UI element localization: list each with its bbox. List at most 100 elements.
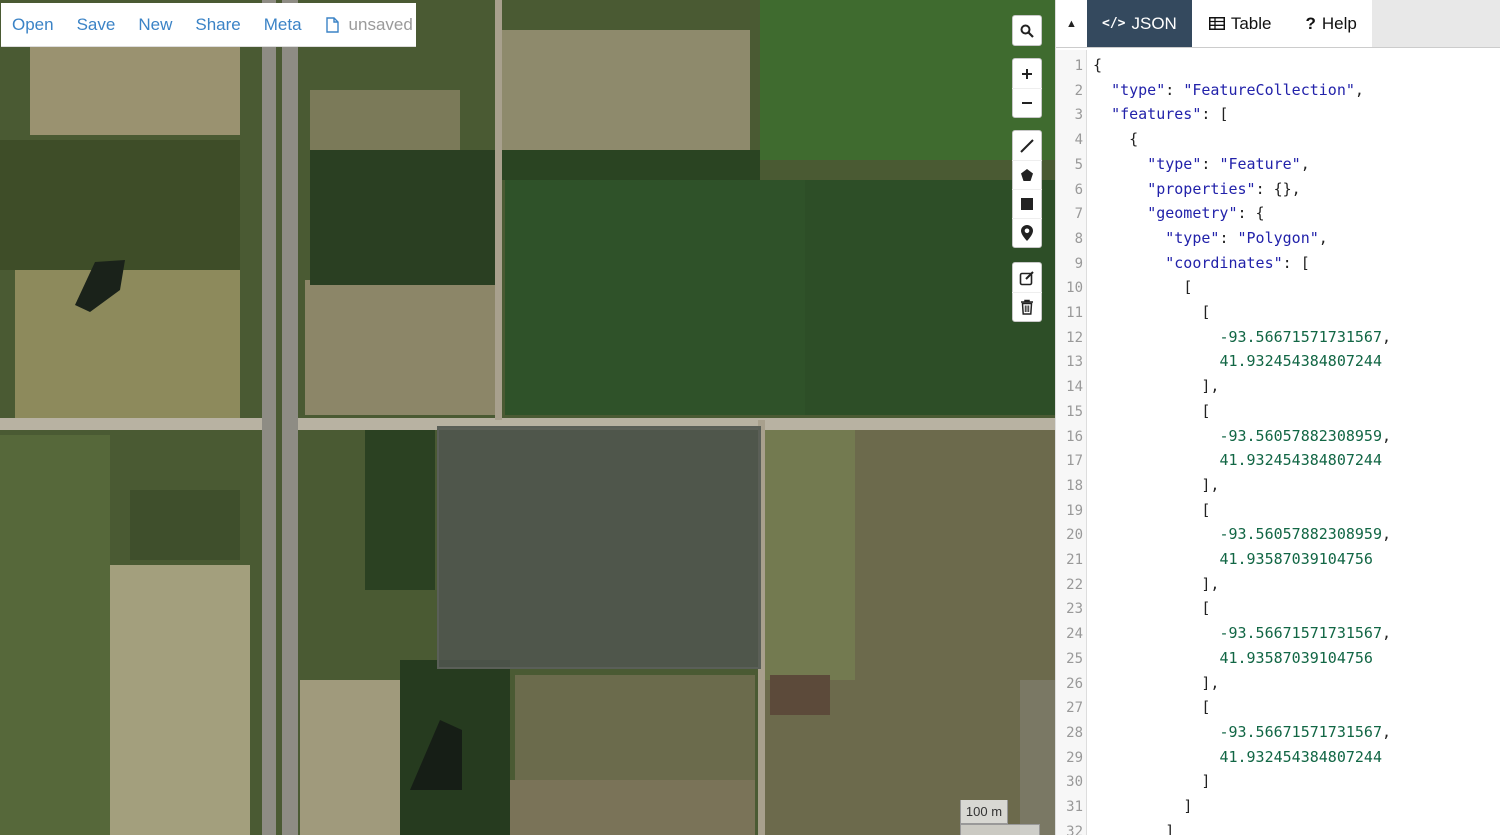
code-text: -93.56671571731567, (1219, 624, 1392, 643)
line-number: 20 (1066, 527, 1083, 544)
line-number: 9 (1074, 255, 1083, 272)
draw-toolbar (1012, 130, 1042, 248)
code-text: [ (1201, 698, 1211, 717)
line-number: 15 (1066, 403, 1083, 420)
code-text: "coordinates": [ (1165, 253, 1310, 272)
tab-help-label: Help (1321, 13, 1357, 33)
code-text: 41.93587039104756 (1219, 550, 1373, 568)
draw-polygon-icon (1021, 169, 1033, 181)
tab-table-label: Table (1230, 13, 1272, 33)
draw-line-button[interactable] (1012, 131, 1042, 160)
line-number: 8 (1074, 230, 1083, 247)
code-icon: </> (1102, 16, 1126, 31)
line-number: 28 (1066, 724, 1083, 741)
line-number: 27 (1066, 700, 1083, 717)
code-text: -93.56671571731567, (1219, 722, 1392, 741)
code-text: ], (1201, 475, 1220, 494)
code-line: 2 "type": "FeatureCollection", (1056, 78, 1364, 103)
table-icon (1208, 17, 1225, 30)
code-line: 18 ], (1056, 473, 1219, 498)
zoom-out-button[interactable] (1012, 88, 1042, 117)
code-text: "type": "Polygon", (1165, 228, 1328, 247)
draw-marker-icon (1021, 225, 1033, 241)
code-line: 31 ] (1056, 794, 1192, 819)
code-line: 24 -93.56671571731567, (1056, 621, 1391, 646)
code-line: 6 "properties": {}, (1056, 177, 1301, 202)
code-text: ], (1201, 574, 1220, 593)
draw-rectangle-icon (1021, 198, 1033, 210)
code-text: ] (1201, 772, 1211, 791)
code-text: "type": "FeatureCollection", (1111, 80, 1364, 99)
share-button[interactable]: Share (195, 15, 240, 35)
code-text: 41.93587039104756 (1219, 648, 1373, 667)
code-text: "features": [ (1111, 105, 1229, 124)
search-control (1012, 15, 1042, 46)
code-text: 41.932454384807244 (1219, 747, 1382, 766)
search-icon (1020, 24, 1034, 38)
code-line: 20 -93.56057882308959, (1056, 522, 1391, 547)
code-text: { (1093, 56, 1103, 74)
code-line: 9 "coordinates": [ (1056, 251, 1310, 276)
line-number: 2 (1074, 82, 1083, 99)
line-number: 22 (1066, 576, 1083, 593)
code-text: -93.56057882308959, (1219, 426, 1392, 445)
code-line: 28 -93.56671571731567, (1056, 720, 1391, 745)
tab-help[interactable]: ? Help (1295, 0, 1372, 47)
new-button[interactable]: New (138, 15, 172, 35)
line-number: 30 (1066, 774, 1083, 791)
delete-layers-button[interactable] (1012, 292, 1042, 321)
meta-button[interactable]: Meta (264, 15, 302, 35)
map-canvas[interactable]: Open Save New Share Meta unsaved 100 m (0, 0, 1055, 835)
code-line: 22 ], (1056, 572, 1219, 597)
open-button[interactable]: Open (12, 15, 54, 35)
code-text: ] (1183, 797, 1193, 815)
line-number: 7 (1074, 206, 1083, 223)
code-line: 19 [ (1056, 498, 1210, 523)
code-text: "properties": {}, (1147, 179, 1301, 198)
search-button[interactable] (1012, 16, 1042, 45)
editor-pane: ▲ </> JSON Table ? Help 1 {2 "type": "Fea… (1055, 0, 1500, 835)
line-number: 31 (1066, 799, 1083, 815)
draw-rectangle-button[interactable] (1012, 189, 1042, 218)
draw-polygon-button[interactable] (1012, 160, 1042, 189)
draw-marker-button[interactable] (1012, 218, 1042, 247)
question-icon: ? (1305, 13, 1316, 33)
code-line: 3 "features": [ (1056, 102, 1229, 127)
line-number: 17 (1066, 453, 1083, 470)
collapse-pane-button[interactable]: ▲ (1056, 0, 1087, 47)
line-number: 3 (1074, 107, 1083, 124)
zoom-in-button[interactable] (1012, 59, 1042, 88)
scale-bar-imperial (960, 824, 1040, 835)
tab-table[interactable]: Table (1191, 0, 1296, 47)
line-number: 4 (1074, 132, 1083, 149)
code-line: 14 ], (1056, 374, 1219, 399)
line-number: 32 (1066, 823, 1083, 835)
line-number: 11 (1066, 305, 1083, 321)
polygon-feature (437, 426, 761, 669)
zoom-in-icon (1022, 68, 1032, 79)
line-number: 1 (1074, 58, 1083, 74)
line-number: 19 (1066, 502, 1083, 519)
edit-layers-button[interactable] (1012, 263, 1042, 292)
code-line: 21 41.93587039104756 (1056, 547, 1373, 572)
code-line: 10 [ (1056, 275, 1192, 300)
line-number: 21 (1066, 552, 1083, 568)
code-text: { (1129, 130, 1139, 149)
code-line: 15 [ (1056, 399, 1210, 424)
zoom-out-icon (1022, 102, 1032, 104)
zoom-control (1012, 58, 1042, 118)
code-line: 32 ] (1056, 819, 1174, 835)
tab-json-label: JSON (1131, 13, 1177, 33)
code-text: [ (1201, 303, 1211, 321)
json-editor[interactable]: 1{2 "type": "FeatureCollection", 3 "featu… (1056, 50, 1500, 835)
tab-json[interactable]: </> JSON (1087, 0, 1192, 47)
line-number: 6 (1074, 181, 1083, 198)
edit-toolbar (1012, 262, 1042, 322)
save-button[interactable]: Save (77, 15, 116, 35)
pane-tabs: ▲ </> JSON Table ? Help (1056, 0, 1500, 48)
code-line: 30 ] (1056, 769, 1210, 794)
code-text: ], (1201, 377, 1220, 396)
code-line: 26 ], (1056, 671, 1219, 696)
code-text: ], (1201, 673, 1220, 692)
code-text: ] (1165, 821, 1175, 835)
